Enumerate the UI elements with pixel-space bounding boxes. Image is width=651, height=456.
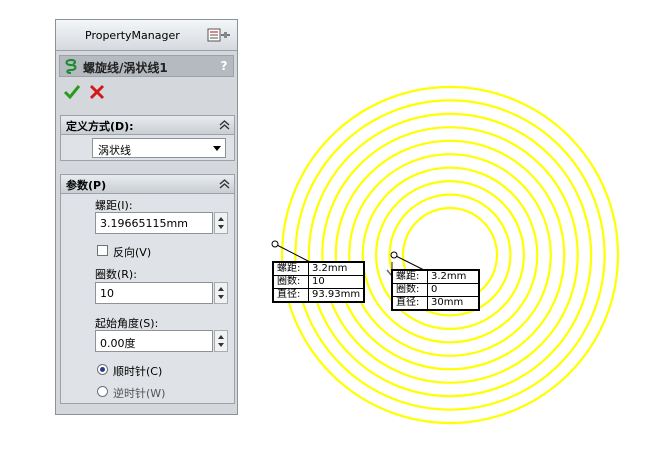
feature-title-bar: 螺旋线/涡状线1 ?: [59, 55, 234, 77]
property-manager-header: PropertyManager: [56, 20, 237, 51]
feature-title: 螺旋线/涡状线1: [83, 61, 168, 75]
definition-type-select[interactable]: 涡状线: [92, 138, 226, 158]
start-angle-label: 起始角度(S):: [95, 317, 159, 330]
cancel-x-button[interactable]: [88, 83, 106, 101]
revolutions-spinner[interactable]: [214, 282, 228, 304]
definition-group: 定义方式(D): 涡状线: [60, 115, 235, 161]
inner-parameter-callout[interactable]: 螺距: 3.2mm 圈数: 0 直径: 30mm: [391, 269, 480, 311]
callout-key: 圈数:: [392, 283, 428, 297]
callout-key: 螺距:: [273, 262, 309, 276]
graphics-viewport[interactable]: 螺距: 3.2mm 圈数: 10 直径: 93.93mm 螺距: 3.2mm 圈数: 0 …: [240, 0, 651, 453]
start-angle-input[interactable]: 0.00度: [95, 330, 213, 352]
callout-key: 直径:: [392, 296, 428, 310]
spiral-turn[interactable]: [348, 153, 552, 357]
reverse-checkbox[interactable]: [97, 245, 108, 256]
spin-down-icon[interactable]: [218, 295, 224, 299]
callout-value[interactable]: 3.2mm: [307, 262, 365, 276]
pitch-spinner[interactable]: [214, 212, 228, 234]
parameters-group-header[interactable]: 参数(P): [61, 175, 234, 194]
counterclockwise-radio[interactable]: [97, 386, 108, 397]
parameters-group-title: 参数(P): [66, 179, 107, 192]
callout-key: 直径:: [273, 288, 309, 302]
helix-spiral-icon: [65, 59, 77, 74]
ok-checkmark-button[interactable]: [63, 83, 81, 101]
spin-down-icon[interactable]: [218, 225, 224, 229]
spin-up-icon[interactable]: [218, 217, 224, 221]
definition-group-header[interactable]: 定义方式(D):: [61, 116, 234, 135]
spiral-turn[interactable]: [294, 99, 606, 411]
callout-value[interactable]: 3.2mm: [427, 270, 479, 284]
pin-icon[interactable]: [207, 28, 231, 42]
revolutions-value: 10: [100, 287, 114, 300]
start-angle-spinner[interactable]: [214, 330, 228, 352]
clockwise-radio[interactable]: [97, 364, 108, 375]
spiral-turn[interactable]: [321, 126, 579, 384]
pitch-value: 3.19665115mm: [100, 217, 188, 230]
counterclockwise-label: 逆时针(W): [113, 387, 166, 400]
spiral-turn[interactable]: [334, 139, 566, 371]
inner-endpoint-handle[interactable]: [390, 251, 398, 259]
definition-type-value: 涡状线: [98, 144, 131, 157]
callout-value[interactable]: 10: [307, 275, 365, 289]
property-manager-title: PropertyManager: [85, 29, 180, 42]
definition-group-title: 定义方式(D):: [66, 120, 134, 133]
callout-key: 螺距:: [392, 270, 428, 284]
help-button[interactable]: ?: [216, 57, 232, 75]
spiral-turn[interactable]: [307, 112, 593, 398]
spin-down-icon[interactable]: [218, 343, 224, 347]
pitch-input[interactable]: 3.19665115mm: [95, 212, 213, 234]
collapse-icon[interactable]: [219, 178, 230, 190]
spiral-sketch[interactable]: [240, 0, 651, 453]
spin-up-icon[interactable]: [218, 335, 224, 339]
revolutions-input[interactable]: 10: [95, 282, 213, 304]
chevron-down-icon: [213, 146, 221, 151]
revolutions-label: 圈数(R):: [95, 268, 137, 281]
spiral-turn[interactable]: [280, 85, 620, 425]
outer-parameter-callout[interactable]: 螺距: 3.2mm 圈数: 10 直径: 93.93mm: [272, 261, 366, 303]
clockwise-label: 顺时针(C): [113, 365, 163, 378]
parameters-group: 参数(P) 螺距(I): 3.19665115mm 反向(V) 圈数(R): 1…: [60, 174, 235, 404]
pitch-label: 螺距(I):: [95, 199, 133, 212]
spiral-curve[interactable]: [280, 85, 620, 425]
reverse-label: 反向(V): [113, 246, 152, 259]
callout-value[interactable]: 93.93mm: [307, 288, 365, 302]
outer-leader-line: [274, 243, 311, 263]
collapse-icon[interactable]: [219, 119, 230, 131]
spin-up-icon[interactable]: [218, 287, 224, 291]
callout-key: 圈数:: [273, 275, 309, 289]
callout-value[interactable]: 0: [427, 283, 479, 297]
property-manager-panel: PropertyManager 螺旋线/涡状线1 ? 定义方式(D): 涡状线 …: [55, 19, 238, 415]
start-angle-value: 0.00度: [100, 337, 136, 350]
outer-endpoint-handle[interactable]: [271, 240, 279, 248]
callout-value[interactable]: 30mm: [427, 296, 479, 310]
